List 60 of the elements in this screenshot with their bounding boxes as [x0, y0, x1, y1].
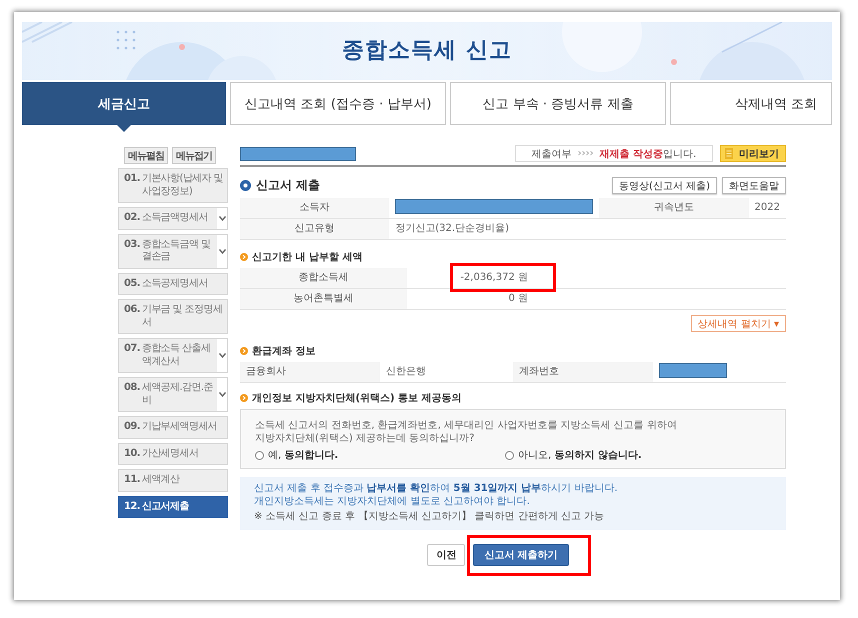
radio-button[interactable] — [505, 450, 514, 460]
field-label: 귀속년도 — [599, 198, 749, 218]
radio-button[interactable] — [255, 450, 264, 460]
chevron-down-icon[interactable] — [218, 392, 226, 397]
nav-tab[interactable]: 신고내역 조회 (접수증 · 납부서) — [230, 82, 446, 125]
field-value: 정기신고(32.단순경비율) — [395, 223, 509, 234]
arrows-text: ›››› — [578, 148, 594, 159]
chevron-down-icon[interactable] — [218, 216, 226, 221]
field-label: 계좌번호 — [512, 362, 654, 382]
section-marker-icon — [240, 180, 251, 191]
field-label: 신고유형 — [240, 218, 390, 240]
menu-button[interactable]: 메뉴접기 — [172, 147, 216, 164]
notice-text: 개인지방소득세는 지방자치단체에 별도로 신고하여야 합니다. — [254, 496, 531, 508]
status-label: 제출여부 — [532, 148, 572, 160]
preview-button[interactable]: 미리보기 — [720, 145, 786, 162]
section-title: 환급계좌 정보 — [252, 345, 316, 358]
amount-value: -2,036,372 원 — [460, 272, 528, 283]
previous-button[interactable]: 이전 — [427, 544, 466, 566]
field-label: 금융회사 — [240, 362, 380, 382]
chevron-down-icon[interactable] — [218, 248, 226, 254]
help-button[interactable]: 동영상(신고서 제출) — [612, 177, 717, 194]
tab-pointer-icon — [117, 125, 131, 132]
page-title: 종합소득세 신고 — [342, 37, 512, 65]
sidebar-item[interactable]: 03. 종합소득금액 및 결손금 — [118, 234, 228, 268]
menu-button[interactable]: 메뉴펼침 — [124, 147, 168, 164]
submit-button[interactable]: 신고서 제출하기 — [473, 544, 569, 566]
section-title: 신고기한 내 납부할 세액 — [252, 251, 362, 264]
section-bullet-icon — [240, 394, 248, 402]
sidebar-item[interactable]: 08. 세액공제.감면.준비 — [118, 377, 228, 412]
status-message: 재제출 작성중입니다. — [600, 148, 696, 160]
section-title: 신고서 제출 — [256, 177, 320, 194]
field-label: 종합소득세 — [240, 268, 407, 288]
consent-question: 소득세 신고서의 전화번호, 환급계좌번호, 세무대리인 사업자번호를 지방소득세 신고를 위하여 지방자치단체(위택스) 제공하는데 동의하십니까? — [255, 420, 678, 445]
radio-option[interactable]: 예, 동의합니다. — [255, 448, 505, 462]
expand-details-button[interactable]: 상세내역 펼치기 ▾ — [690, 315, 786, 332]
notice-text: 신고서 제출 후 접수증과 납부서를 확인하여 5월 31일까지 납부하시기 바랍니다. — [254, 483, 619, 496]
sidebar-item[interactable]: 07. 종합소득 산출세액계산서 — [118, 338, 228, 373]
radio-option[interactable]: 아니오, 동의하지 않습니다. — [505, 448, 755, 462]
sidebar-item[interactable]: 11. 세액계산 — [118, 469, 228, 492]
field-value: 신한은행 — [386, 366, 426, 377]
chevron-down-icon[interactable] — [218, 353, 226, 358]
field-label: 소득자 — [240, 198, 390, 218]
sidebar-item[interactable]: 02. 소득금액명세서 — [118, 207, 228, 230]
section-bullet-icon — [240, 347, 248, 355]
sidebar-item[interactable]: 10. 가산세명세서 — [118, 442, 228, 465]
section-bullet-icon — [240, 253, 248, 261]
note-text: ※ 소득세 신고 종료 후 【지방소득세 신고하기】 클릭하면 간편하게 신고 가능 — [254, 511, 606, 524]
amount-value: 0 원 — [508, 293, 528, 304]
field-label: 농어촌특별세 — [240, 288, 407, 310]
sidebar-item[interactable]: 09. 기납부세액명세서 — [118, 416, 228, 438]
sidebar-item[interactable]: 01. 기본사항(납세자 및 사업장정보) — [118, 168, 228, 203]
sidebar-item[interactable]: 12. 신고서제출 — [118, 496, 228, 518]
document-icon — [725, 148, 733, 159]
sidebar-item[interactable]: 05. 소득공제명세서 — [118, 272, 228, 295]
nav-tab[interactable]: 신고 부속 · 증빙서류 제출 — [450, 82, 666, 125]
sidebar-item[interactable]: 06. 기부금 및 조정명세서 — [118, 299, 228, 334]
section-title: 개인정보 지방자치단체(위택스) 통보 제공동의 — [252, 392, 462, 405]
help-button[interactable]: 화면도움말 — [722, 177, 786, 194]
field-value: 2022 — [754, 202, 780, 213]
nav-tab[interactable]: 세금신고 — [22, 82, 226, 125]
